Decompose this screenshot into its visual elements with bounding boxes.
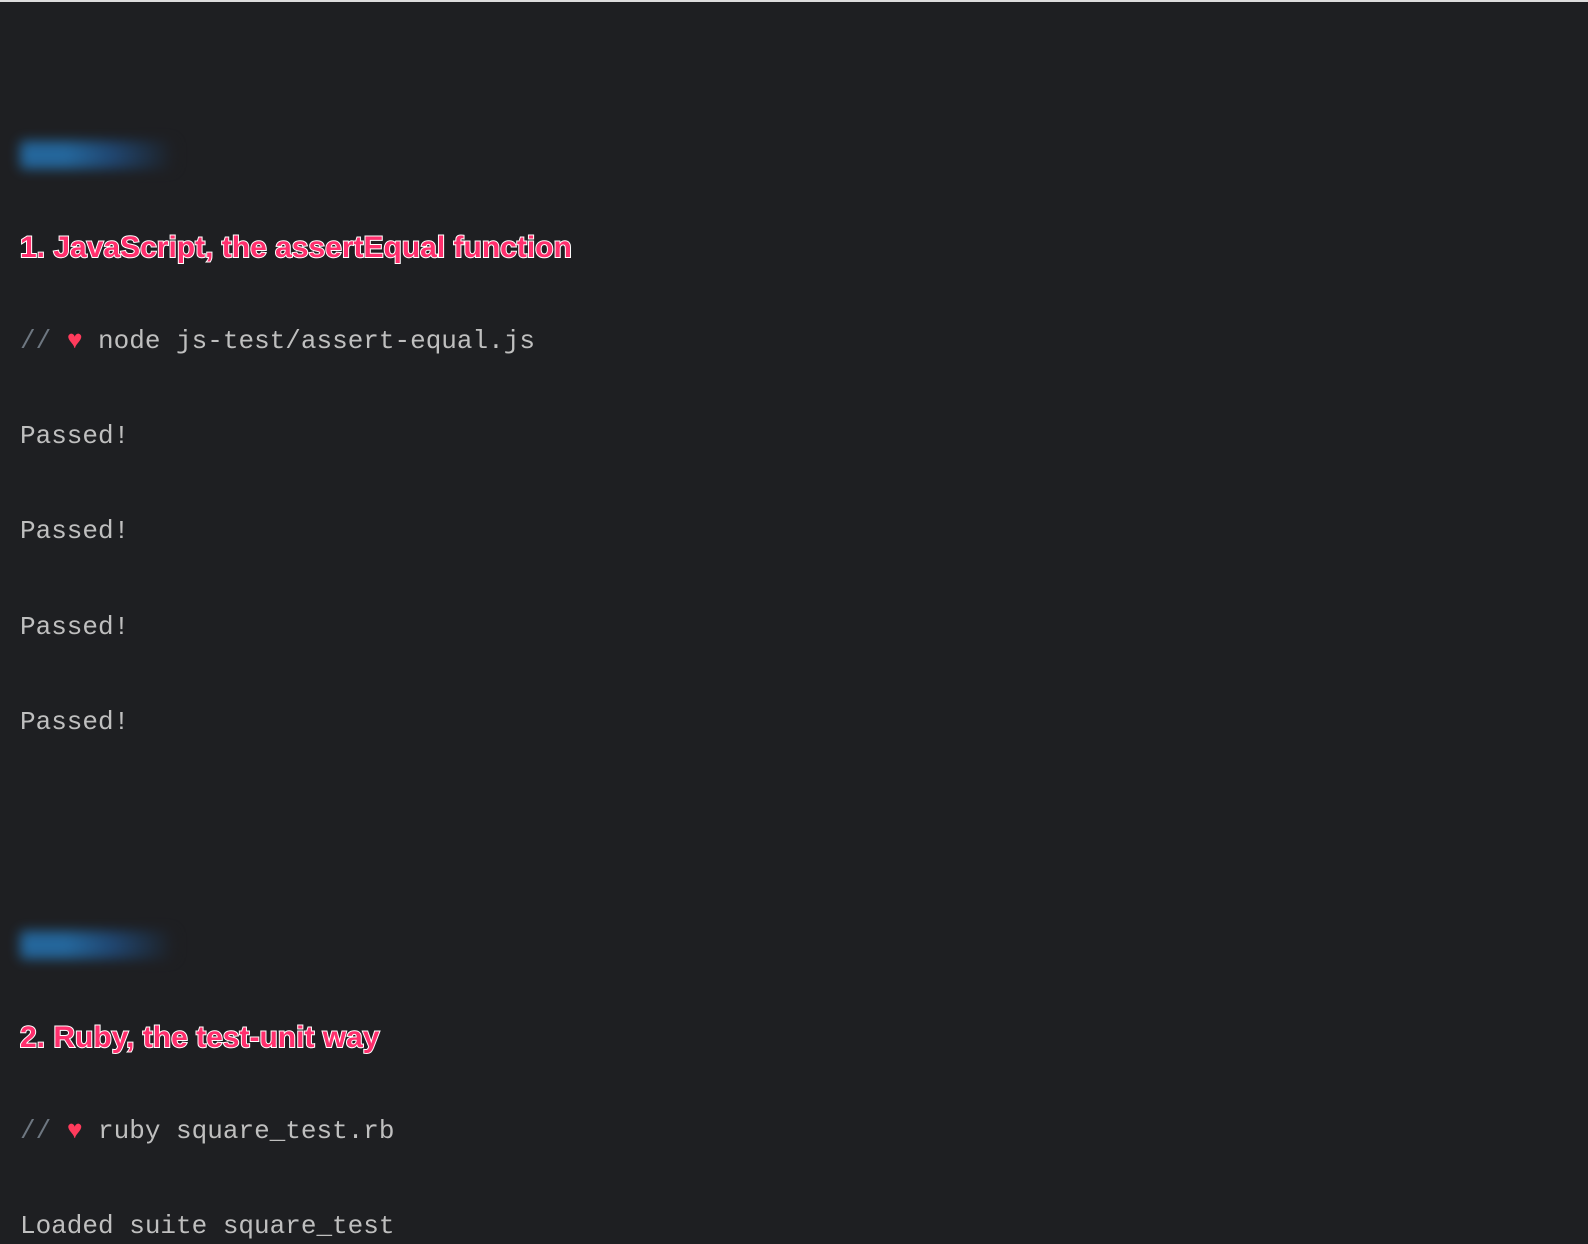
annotation-2: 2. Ruby, the test-unit way: [20, 1020, 1568, 1057]
heart-icon: ♥: [67, 1116, 83, 1146]
section-1: 1. JavaScript, the assertEqual function …: [20, 139, 1568, 802]
command-line-1: // ♥ node js-test/assert-equal.js: [20, 326, 1568, 358]
blurred-prompt-bg: [20, 141, 174, 169]
section-2: 2. Ruby, the test-unit way // ♥ ruby squ…: [20, 929, 1568, 1244]
annotation-1: 1. JavaScript, the assertEqual function: [20, 230, 1568, 267]
blurred-prompt-bg: [20, 931, 174, 959]
prompt-slashes: //: [20, 326, 51, 356]
prompt-slashes: //: [20, 1116, 51, 1146]
window-divider: [0, 0, 1588, 2]
output-line: Passed!: [20, 516, 1568, 548]
terminal-pane[interactable]: 1. JavaScript, the assertEqual function …: [0, 4, 1588, 1244]
command-line-2: // ♥ ruby square_test.rb: [20, 1116, 1568, 1148]
heart-icon: ♥: [67, 326, 83, 356]
output-line: Loaded suite square_test: [20, 1211, 1568, 1243]
command-text: ruby square_test.rb: [98, 1116, 394, 1146]
output-line: Passed!: [20, 421, 1568, 453]
output-line: Passed!: [20, 707, 1568, 739]
command-text: node js-test/assert-equal.js: [98, 326, 535, 356]
output-line: Passed!: [20, 612, 1568, 644]
